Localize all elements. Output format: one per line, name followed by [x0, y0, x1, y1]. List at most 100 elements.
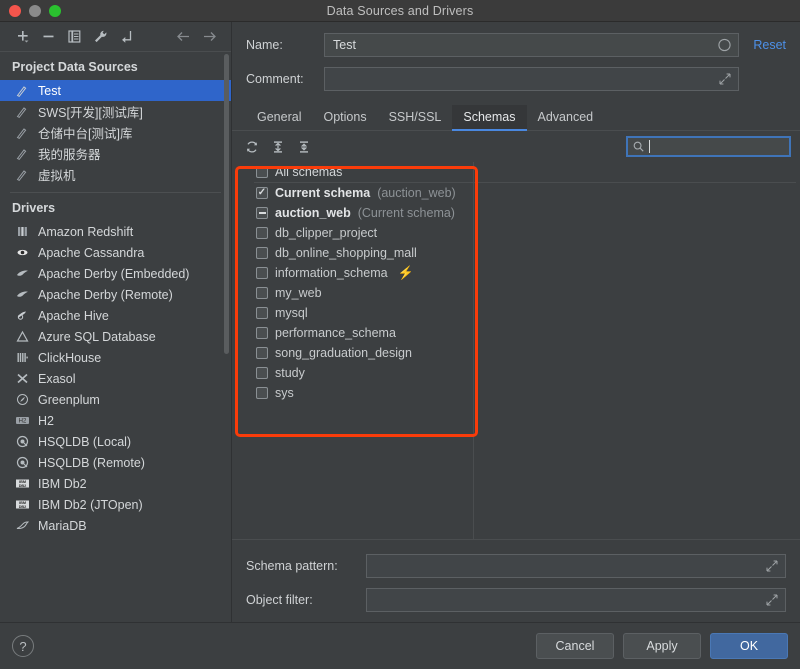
sidebar-scroll-area[interactable]: Project Data Sources Test [0, 52, 231, 622]
schema-checkbox[interactable] [256, 207, 268, 219]
reset-link[interactable]: Reset [753, 38, 786, 52]
import-arrow-icon[interactable] [113, 25, 139, 49]
apply-button[interactable]: Apply [623, 633, 701, 659]
schema-pattern-label: Schema pattern: [246, 559, 366, 573]
sidebar-item-sws[interactable]: SWS[开发][测试库] [0, 101, 231, 122]
schema-checkbox[interactable] [256, 227, 268, 239]
schema-checkbox[interactable] [256, 187, 268, 199]
help-button[interactable]: ? [12, 635, 34, 657]
tab-options[interactable]: Options [312, 105, 377, 130]
dialog-body: Project Data Sources Test [0, 22, 800, 622]
schema-row-all-schemas[interactable]: All schemas [236, 162, 800, 182]
schema-checkbox[interactable] [256, 287, 268, 299]
tab-advanced[interactable]: Advanced [527, 105, 605, 130]
schema-row-song-graduation-design[interactable]: song_graduation_design [236, 343, 800, 363]
window-controls [0, 5, 61, 17]
driver-label: IBM Db2 [38, 477, 87, 491]
sidebar-item-label: 我的服务器 [38, 144, 101, 163]
driver-item-h2[interactable]: H2 H2 [0, 410, 231, 431]
driver-item-hsqldb-local[interactable]: HSQLDB (Local) [0, 431, 231, 452]
tab-general[interactable]: General [246, 105, 312, 130]
schema-checkbox[interactable] [256, 327, 268, 339]
schema-checkbox[interactable] [256, 387, 268, 399]
schema-pattern-input[interactable] [366, 554, 786, 578]
minimize-window-button[interactable] [29, 5, 41, 17]
maximize-window-button[interactable] [49, 5, 61, 17]
navigate-back-button[interactable] [170, 25, 196, 49]
driver-item-amazon-redshift[interactable]: Amazon Redshift [0, 221, 231, 242]
sidebar-scrollbar[interactable] [224, 54, 229, 354]
sidebar-item-warehouse[interactable]: 仓储中台[测试]库 [0, 122, 231, 143]
driver-item-apache-derby-embedded[interactable]: Apache Derby (Embedded) [0, 263, 231, 284]
schema-row-my-web[interactable]: my_web [236, 283, 800, 303]
schema-label: mysql [275, 306, 308, 320]
schema-row-performance-schema[interactable]: performance_schema [236, 323, 800, 343]
schema-checkbox[interactable] [256, 166, 268, 178]
search-input[interactable] [626, 136, 791, 157]
svg-text:DB2: DB2 [18, 484, 26, 488]
tab-schemas[interactable]: Schemas [452, 105, 526, 130]
driver-item-ibm-db2-jtopen[interactable]: IBM DB2 IBM Db2 (JTOpen) [0, 494, 231, 515]
sidebar: Project Data Sources Test [0, 22, 232, 622]
refresh-icon[interactable] [240, 136, 264, 158]
driver-item-greenplum[interactable]: Greenplum [0, 389, 231, 410]
schema-row-db-clipper-project[interactable]: db_clipper_project [236, 223, 800, 243]
navigate-forward-button[interactable] [196, 25, 222, 49]
wrench-icon[interactable] [87, 25, 113, 49]
schema-row-mysql[interactable]: mysql [236, 303, 800, 323]
schema-pattern-row: Schema pattern: [246, 554, 786, 578]
schema-row-db-online-shopping-mall[interactable]: db_online_shopping_mall [236, 243, 800, 263]
collapse-all-icon[interactable] [292, 136, 316, 158]
driver-item-apache-derby-remote[interactable]: Apache Derby (Remote) [0, 284, 231, 305]
sidebar-item-virtual-machine[interactable]: 虚拟机 [0, 164, 231, 185]
driver-item-mariadb[interactable]: MariaDB [0, 515, 231, 536]
svg-text:H2: H2 [18, 419, 26, 425]
driver-label: H2 [38, 414, 54, 428]
cancel-button[interactable]: Cancel [536, 633, 614, 659]
driver-label: Apache Derby (Remote) [38, 288, 173, 302]
comment-input[interactable] [324, 67, 739, 91]
expand-editor-icon[interactable] [719, 73, 731, 85]
tab-ssh-ssl[interactable]: SSH/SSL [378, 105, 453, 130]
add-data-source-button[interactable] [9, 25, 35, 49]
driver-item-ibm-db2[interactable]: IBM DB2 IBM Db2 [0, 473, 231, 494]
driver-item-clickhouse[interactable]: ClickHouse [0, 347, 231, 368]
schema-checkbox[interactable] [256, 307, 268, 319]
object-filter-label: Object filter: [246, 593, 366, 607]
lightning-bolt-icon: ⚡ [398, 265, 414, 281]
close-window-button[interactable] [9, 5, 21, 17]
schema-checkbox[interactable] [256, 367, 268, 379]
expand-editor-icon[interactable] [766, 594, 778, 606]
schema-row-auction-web[interactable]: auction_web (Current schema) [236, 203, 800, 223]
sidebar-item-my-server[interactable]: 我的服务器 [0, 143, 231, 164]
db2-icon: IBM DB2 [14, 497, 30, 513]
expand-editor-icon[interactable] [766, 560, 778, 572]
duplicate-data-source-button[interactable] [61, 25, 87, 49]
schema-label: sys [275, 386, 294, 400]
driver-item-hsqldb-remote[interactable]: HSQLDB (Remote) [0, 452, 231, 473]
schema-row-study[interactable]: study [236, 363, 800, 383]
schema-checkbox[interactable] [256, 267, 268, 279]
settings-tabs: General Options SSH/SSL Schemas Advanced [232, 101, 800, 131]
schema-row-current-schema[interactable]: Current schema (auction_web) [236, 183, 800, 203]
schema-checkbox[interactable] [256, 347, 268, 359]
schema-checkbox[interactable] [256, 247, 268, 259]
ok-button[interactable]: OK [710, 633, 788, 659]
driver-item-exasol[interactable]: Exasol [0, 368, 231, 389]
azure-icon [14, 329, 30, 345]
driver-item-azure-sql-database[interactable]: Azure SQL Database [0, 326, 231, 347]
schema-tree-area: All schemas Current schema (auction_web)… [232, 162, 800, 539]
driver-item-apache-hive[interactable]: Apache Hive [0, 305, 231, 326]
color-swatch-icon[interactable] [718, 39, 731, 52]
remove-data-source-button[interactable] [35, 25, 61, 49]
name-input[interactable]: Test [324, 33, 739, 57]
schema-row-information-schema[interactable]: information_schema ⚡ [236, 263, 800, 283]
driver-item-apache-cassandra[interactable]: Apache Cassandra [0, 242, 231, 263]
schema-tree[interactable]: All schemas Current schema (auction_web)… [236, 162, 800, 403]
schema-label: All schemas [275, 165, 342, 179]
connection-form: Name: Test Reset Comment: [232, 22, 800, 101]
expand-all-icon[interactable] [266, 136, 290, 158]
object-filter-input[interactable] [366, 588, 786, 612]
schema-row-sys[interactable]: sys [236, 383, 800, 403]
sidebar-item-test[interactable]: Test [0, 80, 231, 101]
